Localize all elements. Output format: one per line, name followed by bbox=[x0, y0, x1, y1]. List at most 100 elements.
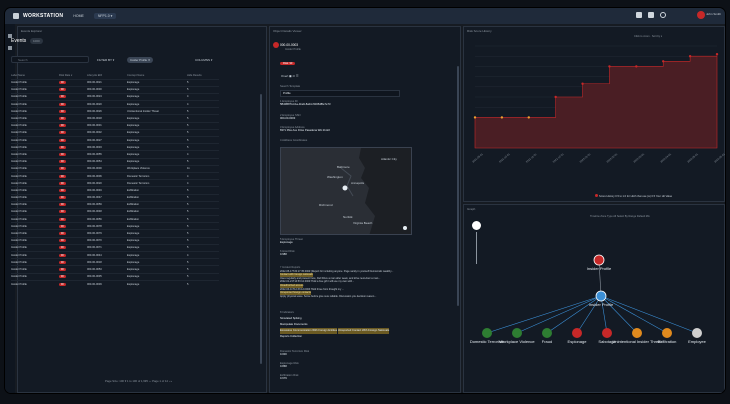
cell-id: 000-00-0070 bbox=[87, 239, 102, 243]
table-row[interactable]: Insider Profile 90 000-00-0044 Espionage 4 bbox=[11, 250, 219, 259]
cell-id: 000-00-0027 bbox=[87, 138, 102, 142]
data-point[interactable] bbox=[715, 52, 719, 56]
filter-by-dropdown[interactable]: FILTER BY ▾ bbox=[97, 58, 114, 62]
cell-label: Insider Profile bbox=[11, 145, 27, 149]
risk-badge: 90 bbox=[59, 160, 66, 164]
x-tick-label: 2021-12-01 bbox=[552, 152, 565, 164]
table-row[interactable]: Insider Profile 90 000-00-0059 Exfiltration… bbox=[11, 200, 219, 209]
col-header[interactable]: Risk Rate ▾ bbox=[59, 72, 87, 79]
table-row[interactable]: Insider Profile 90 000-00-0048 Exfiltration… bbox=[11, 207, 219, 216]
table-row[interactable]: Insider Profile 90 000-00-0020 Domestic Ter… bbox=[11, 179, 219, 187]
table-row[interactable]: Insider Profile 90 000-00-0020 Espionage 4 bbox=[11, 100, 219, 108]
menu-icon[interactable] bbox=[8, 46, 12, 50]
threat-node[interactable] bbox=[512, 328, 522, 338]
cell-concept: Espionage bbox=[127, 81, 140, 85]
data-point[interactable] bbox=[608, 65, 611, 68]
template-select[interactable]: Profile bbox=[280, 90, 400, 97]
threat-node[interactable] bbox=[482, 328, 492, 338]
table-row[interactable]: Insider Profile 90 000-00-0030 Espionage 5 bbox=[11, 85, 219, 94]
table-row[interactable]: Insider Profile 90 000-00-0018 Espionage 5 bbox=[11, 114, 219, 123]
settings-icon[interactable] bbox=[660, 12, 666, 18]
col-header[interactable]: Label Name bbox=[11, 72, 59, 79]
col-header[interactable]: Lifecycle EDI bbox=[87, 72, 127, 79]
table-row[interactable]: Insider Profile 90 000-00-0054 Espionage 5 bbox=[11, 157, 219, 166]
relationship-graph[interactable]: Insider ProfileInsider ProfileDomestic T… bbox=[463, 238, 725, 393]
cell-concept: Espionage bbox=[127, 246, 140, 250]
cell-count: 4 bbox=[187, 95, 189, 99]
table-row[interactable]: Insider Profile 90 000-00-0032 Espionage 5 bbox=[11, 128, 219, 137]
table-row[interactable]: Insider Profile 90 000-00-0049 Exfiltration… bbox=[11, 186, 219, 194]
nav-home[interactable]: HOME bbox=[69, 13, 88, 19]
table-row[interactable]: Insider Profile 90 000-00-0021 Espionage 5 bbox=[11, 78, 219, 87]
graph-toolbar[interactable]: Timeline Zone Type All Select By Range D… bbox=[590, 215, 650, 218]
events-scrollbar[interactable] bbox=[260, 94, 262, 364]
map-zoom-icon[interactable] bbox=[403, 226, 407, 230]
cell-concept: Domestic Terrorism bbox=[127, 174, 150, 178]
threat-node[interactable] bbox=[662, 328, 672, 338]
col-header[interactable]: Hide Results bbox=[187, 72, 219, 79]
insider-profile-node[interactable] bbox=[593, 254, 605, 266]
table-row[interactable]: Insider Profile 90 000-00-0006 Domestic Ter… bbox=[11, 171, 219, 180]
risk-badge: 90 bbox=[59, 88, 66, 92]
data-point[interactable] bbox=[581, 82, 584, 85]
pagination[interactable]: Page Size: 100 ▾ 1 to 100 of 1,995 ‹ ‹ P… bbox=[105, 379, 172, 383]
col-header[interactable]: Concept Name bbox=[127, 72, 187, 79]
threat-node[interactable] bbox=[692, 328, 702, 338]
risk-badge: 90 bbox=[59, 275, 66, 279]
table-row[interactable]: Insider Profile 90 000-00-0026 Unintentiona… bbox=[11, 107, 219, 115]
table-row[interactable]: Insider Profile 90 000-00-0039 Espionage 5 bbox=[11, 279, 219, 288]
calendar-icon[interactable] bbox=[648, 12, 654, 18]
address-map[interactable]: Baltimore Washington Annapolis Richmond … bbox=[280, 147, 412, 235]
cell-id: 000-00-0000 bbox=[87, 167, 102, 171]
data-point[interactable] bbox=[635, 65, 638, 68]
threat-node[interactable] bbox=[572, 328, 582, 338]
field-value: 0.988 bbox=[280, 253, 287, 256]
filter-chip[interactable]: Insider Profile ✕ bbox=[127, 57, 154, 63]
cell-id: 000-00-0032 bbox=[87, 131, 102, 135]
cell-concept: Espionage bbox=[127, 124, 140, 128]
data-point[interactable] bbox=[500, 116, 504, 119]
risk-badge: 90 bbox=[59, 131, 66, 135]
table-row[interactable]: Insider Profile 90 000-00-0053 Espionage 5 bbox=[11, 265, 219, 274]
table-row[interactable]: Insider Profile 90 000-00-0024 Espionage 4 bbox=[11, 92, 219, 101]
field-value: 0.000 bbox=[280, 353, 287, 356]
data-point[interactable] bbox=[688, 55, 692, 58]
table-row[interactable]: Insider Profile 90 000-00-0027 Espionage 5 bbox=[11, 135, 219, 144]
cell-id: 000-00-0054 bbox=[87, 160, 102, 164]
table-row[interactable]: Insider Profile 90 000-00-0056 Exfiltration… bbox=[11, 215, 219, 223]
threat-node[interactable] bbox=[542, 328, 552, 338]
cell-count: 5 bbox=[187, 246, 189, 250]
table-row[interactable]: Insider Profile 90 000-00-0031 Espionage 5 bbox=[11, 121, 219, 130]
data-point[interactable] bbox=[554, 95, 557, 99]
search-input[interactable]: Search bbox=[11, 56, 89, 63]
columns-button[interactable]: COLUMNS ▾ bbox=[195, 58, 212, 62]
table-row[interactable]: Insider Profile 90 000-00-0047 Exfiltration… bbox=[11, 193, 219, 202]
threat-node[interactable] bbox=[632, 328, 642, 338]
insider-profile-center-node[interactable] bbox=[595, 290, 607, 302]
cell-concept: Unintentional Insider Threat bbox=[127, 109, 159, 113]
node-label: Fraud bbox=[542, 339, 552, 344]
details-scrollbar[interactable] bbox=[457, 66, 459, 306]
zoom-control-icon[interactable] bbox=[472, 221, 481, 230]
table-row[interactable]: Insider Profile 90 000-00-0035 Espionage 5 bbox=[11, 272, 219, 281]
table-row[interactable]: Insider Profile 90 000-00-0071 Espionage 5 bbox=[11, 243, 219, 252]
cell-id: 000-00-0033 bbox=[87, 145, 102, 149]
table-row[interactable]: Insider Profile 90 000-00-0033 Espionage 5 bbox=[11, 143, 219, 151]
object-toolbar[interactable]: Overt ◼ ⊙ ☰ bbox=[281, 74, 299, 78]
table-row[interactable]: Insider Profile 90 000-00-0079 Espionage 5 bbox=[11, 229, 219, 238]
table-row[interactable]: Insider Profile 90 000-00-0000 Workplace Vi… bbox=[11, 164, 219, 173]
data-point[interactable] bbox=[527, 116, 530, 119]
threat-node[interactable] bbox=[602, 328, 612, 338]
cell-count: 5 bbox=[187, 160, 189, 164]
table-row[interactable]: Insider Profile 90 000-00-0078 Espionage 5 bbox=[11, 222, 219, 230]
nav-workspace-tab[interactable]: NFP1.0 ▾ bbox=[93, 13, 117, 19]
cell-concept: Exfiltration bbox=[127, 188, 140, 192]
data-point[interactable] bbox=[473, 116, 477, 119]
table-row[interactable]: Insider Profile 90 000-00-0018 Espionage 5 bbox=[11, 258, 219, 266]
avatar[interactable] bbox=[697, 11, 705, 19]
table-row[interactable]: Insider Profile 90 000-00-0070 Espionage 5 bbox=[11, 236, 219, 245]
data-point[interactable] bbox=[662, 60, 665, 63]
risk-panel-title: Risk Score History bbox=[467, 29, 492, 33]
table-row[interactable]: Insider Profile 90 000-00-0055 Espionage 4 bbox=[11, 150, 219, 159]
notifications-icon[interactable] bbox=[636, 12, 642, 18]
